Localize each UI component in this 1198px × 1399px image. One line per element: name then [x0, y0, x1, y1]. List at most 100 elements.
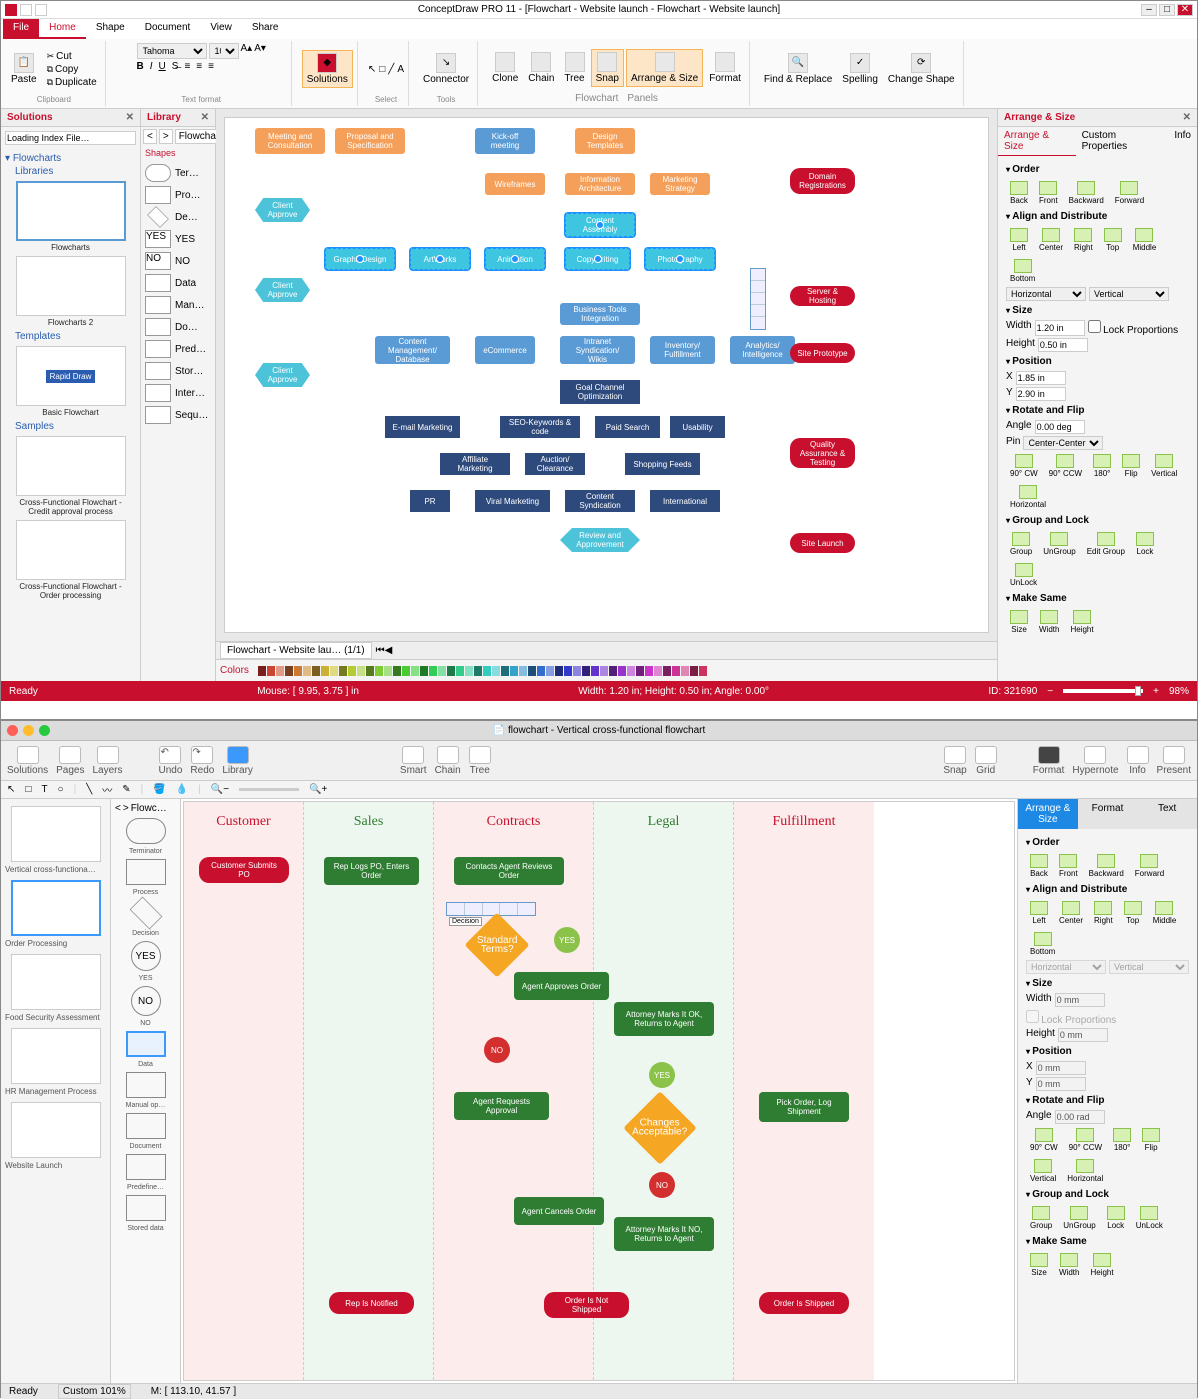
page-thumb[interactable]	[11, 1102, 101, 1158]
pointer-tool-icon[interactable]: ↖	[368, 64, 376, 75]
node-inv[interactable]: Inventory/ Fulfillment	[650, 336, 715, 364]
rp-btn-cw[interactable]: 90° CW	[1026, 1126, 1062, 1154]
mac-shape-item[interactable]	[126, 1154, 166, 1180]
color-swatch[interactable]	[690, 666, 698, 676]
page-thumb[interactable]	[11, 1028, 101, 1084]
mac-zoom-select[interactable]: Custom 101%	[58, 1384, 131, 1399]
rpanel-tab-arrange[interactable]: Arrange & Size	[998, 127, 1076, 156]
tb-pages[interactable]: Pages	[56, 746, 84, 776]
mac-horiz-select[interactable]: Horizontal	[1026, 960, 1106, 974]
lock-proportions-checkbox[interactable]	[1088, 320, 1101, 333]
node-wireframes[interactable]: Wireframes	[485, 173, 545, 195]
mac-size-hd[interactable]: Size	[1026, 978, 1189, 989]
shape-item[interactable]: NONO	[143, 250, 213, 272]
color-swatch[interactable]	[474, 666, 482, 676]
node-info[interactable]: Information Architecture	[565, 173, 635, 195]
mac-y-input[interactable]	[1036, 1077, 1086, 1091]
tb-format[interactable]: Format	[1033, 746, 1065, 776]
mini-tool-icon[interactable]	[751, 305, 765, 317]
node-marketing[interactable]: Marketing Strategy	[650, 173, 710, 195]
node-launch[interactable]: Site Launch	[790, 533, 855, 553]
mac-shape-item[interactable]	[126, 859, 166, 885]
color-swatch[interactable]	[519, 666, 527, 676]
node-use[interactable]: Usability	[670, 416, 725, 438]
color-swatch[interactable]	[627, 666, 635, 676]
color-swatch[interactable]	[267, 666, 275, 676]
rp-btn-left[interactable]: Left	[1006, 226, 1032, 254]
color-swatch[interactable]	[501, 666, 509, 676]
rp-btn-group[interactable]: Group	[1006, 530, 1036, 558]
node-analytics[interactable]: Analytics/ Intelligence	[730, 336, 795, 364]
tb-info[interactable]: Info	[1127, 746, 1149, 776]
tb-library[interactable]: Library	[222, 746, 253, 776]
color-swatch[interactable]	[384, 666, 392, 676]
node-goal[interactable]: Goal Channel Optimization	[560, 380, 640, 404]
align-left-icon[interactable]: ≡	[184, 61, 190, 72]
snap-button[interactable]: Snap	[591, 49, 624, 87]
mac-shape-item[interactable]	[129, 897, 162, 930]
menu-home[interactable]: Home	[39, 19, 86, 39]
node-marksok[interactable]: Attorney Marks It OK, Returns to Agent	[614, 1002, 714, 1036]
node-approve2[interactable]: Client Approve	[255, 278, 310, 302]
color-swatch[interactable]	[294, 666, 302, 676]
sample-thumb-credit[interactable]: Cross-Functional Flowchart - Credit appr…	[16, 436, 126, 516]
node-graphic[interactable]: GraphicDesign	[325, 248, 395, 270]
node-syn[interactable]: Content Syndication	[565, 490, 635, 512]
tb-layers[interactable]: Layers	[93, 746, 123, 776]
color-swatch[interactable]	[555, 666, 563, 676]
mini-tool-icon[interactable]	[751, 317, 765, 329]
align-section-hd[interactable]: Align and Distribute	[1006, 211, 1189, 222]
zoom-slider[interactable]	[1063, 689, 1143, 693]
page-thumb[interactable]	[11, 954, 101, 1010]
mac-width-input[interactable]	[1055, 993, 1105, 1007]
rp-btn-center[interactable]: Center	[1035, 226, 1067, 254]
mac-order-hd[interactable]: Order	[1026, 837, 1189, 848]
shape-item[interactable]: YESYES	[143, 228, 213, 250]
rp-btn-horizontal[interactable]: Horizontal	[1063, 1157, 1107, 1185]
node-req[interactable]: Agent Requests Approval	[454, 1092, 549, 1120]
rp-btn-bottom[interactable]: Bottom	[1006, 257, 1039, 285]
color-swatch[interactable]	[564, 666, 572, 676]
rpanel-tab-custom[interactable]: Custom Properties	[1076, 127, 1169, 156]
node-anim[interactable]: Animation	[485, 248, 545, 270]
menu-share[interactable]: Share	[242, 19, 289, 39]
rp-btn-backward[interactable]: Backward	[1085, 852, 1128, 880]
color-swatch[interactable]	[429, 666, 437, 676]
color-swatch[interactable]	[510, 666, 518, 676]
rp-btn-height[interactable]: Height	[1086, 1251, 1117, 1279]
library-close-icon[interactable]: ✕	[201, 112, 209, 123]
zoom-slider[interactable]	[239, 788, 299, 791]
node-rep[interactable]: Rep Logs PO, Enters Order	[324, 857, 419, 885]
tree-button[interactable]: Tree	[560, 50, 588, 86]
rp-btn-vertical[interactable]: Vertical	[1147, 452, 1181, 480]
arrange-size-button[interactable]: Arrange & Size	[626, 49, 703, 87]
clone-button[interactable]: Clone	[488, 50, 522, 86]
rp-btn-width[interactable]: Width	[1035, 608, 1063, 636]
lib-tab[interactable]: Flowc…	[131, 803, 167, 814]
color-swatch[interactable]	[465, 666, 473, 676]
zoom-out-icon[interactable]: 🔍−	[211, 784, 229, 795]
tb-grid[interactable]: Grid	[975, 746, 997, 776]
shape-item[interactable]: Ter…	[143, 162, 213, 184]
node-intranet[interactable]: Intranet Syndication/ Wikis	[560, 336, 635, 364]
rp-btn-vertical[interactable]: Vertical	[1026, 1157, 1060, 1185]
mac-drawing-canvas[interactable]: Customer Sales Contracts Legal Fulfillme…	[183, 801, 1015, 1381]
mac-align-hd[interactable]: Align and Distribute	[1026, 884, 1189, 895]
lib-nav-back[interactable]: <	[143, 129, 157, 144]
italic-button[interactable]: I	[150, 61, 153, 72]
color-swatch[interactable]	[438, 666, 446, 676]
mini-tool-icon[interactable]	[751, 269, 765, 281]
color-swatch[interactable]	[591, 666, 599, 676]
mac-shape-item[interactable]	[126, 1072, 166, 1098]
shape-item[interactable]: Pred…	[143, 338, 213, 360]
sample-thumb-order[interactable]: Cross-Functional Flowchart - Order proce…	[16, 520, 126, 600]
qat-new-icon[interactable]	[20, 4, 32, 16]
format-button[interactable]: Format	[705, 50, 745, 86]
tb-undo[interactable]: ↶Undo	[159, 746, 183, 776]
node-approves[interactable]: Agent Approves Order	[514, 972, 609, 1000]
rp-btn-bottom[interactable]: Bottom	[1026, 930, 1059, 958]
color-swatch[interactable]	[573, 666, 581, 676]
color-swatch[interactable]	[312, 666, 320, 676]
minimize-button[interactable]: –	[1141, 4, 1157, 16]
shape-item[interactable]: Data	[143, 272, 213, 294]
